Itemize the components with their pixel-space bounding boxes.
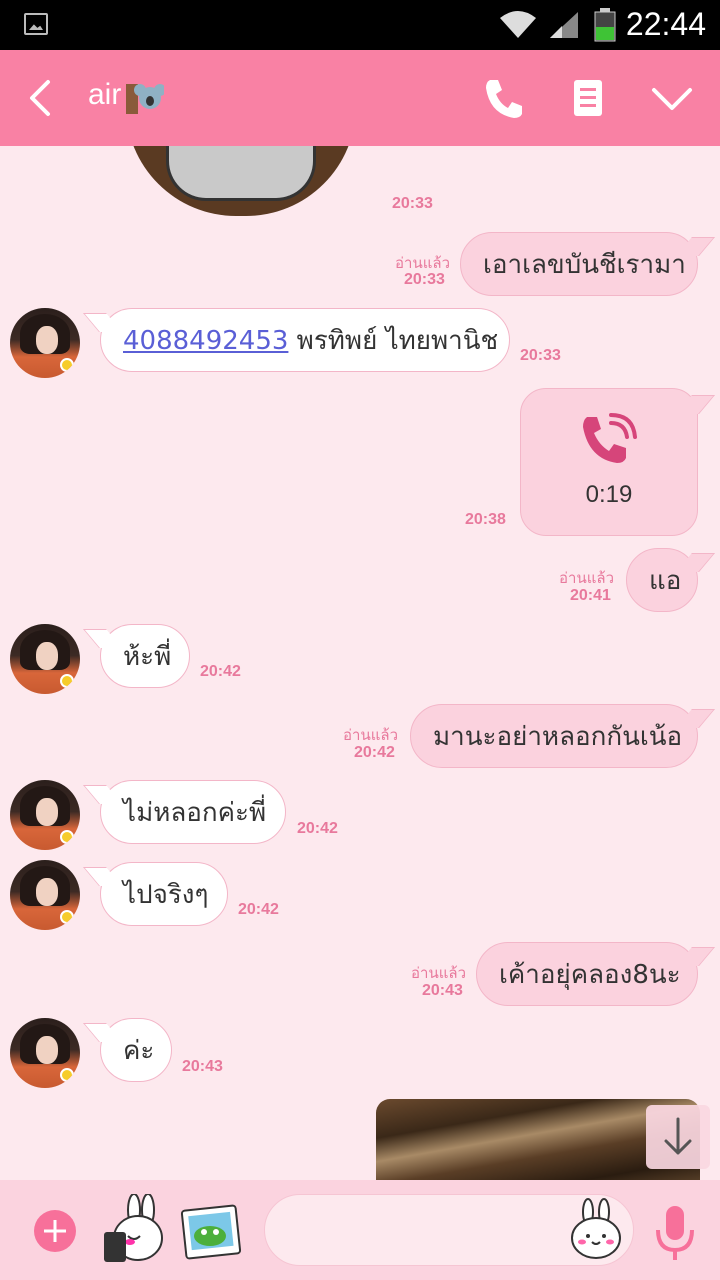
arrow-down-icon[interactable] — [646, 1105, 710, 1169]
signal-icon — [550, 12, 578, 38]
note-icon[interactable] — [564, 74, 612, 122]
message-bubble[interactable]: เค้าอยุ่คลอง8นะ — [476, 942, 698, 1006]
chevron-left-icon[interactable] — [24, 78, 58, 118]
plus-icon[interactable] — [34, 1210, 76, 1252]
sticker-message[interactable] — [126, 146, 356, 216]
photo-icon[interactable] — [180, 1204, 242, 1260]
message-bubble[interactable]: ห้ะพี่ — [100, 624, 190, 688]
mic-icon[interactable] — [654, 1204, 696, 1262]
message-bubble[interactable]: 4088492453 พรทิพย์ ไทยพานิช — [100, 308, 510, 372]
message-bubble[interactable]: ไม่หลอกค่ะพี่ — [100, 780, 286, 844]
emoji-icon[interactable] — [568, 1198, 624, 1260]
message-time: 20:42 — [238, 901, 279, 918]
message-time: 20:41 — [570, 587, 611, 604]
message-time: 20:42 — [297, 820, 338, 837]
call-message[interactable]: 0:19 — [520, 388, 698, 536]
message-time: 20:43 — [182, 1058, 223, 1075]
account-number-link[interactable]: 4088492453 — [123, 326, 288, 356]
status-time: 22:44 — [625, 6, 706, 42]
avatar[interactable] — [10, 308, 80, 378]
call-duration: 0:19 — [585, 481, 633, 508]
message-time: 20:42 — [354, 744, 395, 761]
message-time: 20:33 — [520, 347, 561, 364]
input-bar — [0, 1180, 720, 1280]
chat-header: air — [0, 50, 720, 146]
message-time: 20:33 — [392, 195, 433, 212]
message-bubble[interactable]: ไปจริงๆ — [100, 862, 228, 926]
gallery-notification-icon — [24, 13, 48, 35]
avatar[interactable] — [10, 624, 80, 694]
message-time: 20:43 — [422, 982, 463, 999]
message-bubble[interactable]: แอ — [626, 548, 698, 612]
phone-icon[interactable] — [480, 74, 528, 122]
message-time: 20:33 — [404, 271, 445, 288]
avatar[interactable] — [10, 780, 80, 850]
battery-icon — [594, 8, 616, 42]
message-time: 20:42 — [200, 663, 241, 680]
chat-title: air — [88, 78, 122, 111]
wifi-icon — [500, 11, 536, 38]
message-bubble[interactable]: ค่ะ — [100, 1018, 172, 1082]
chat-history[interactable]: 20:33 อ่านแล้ว 20:33 เอาเลขบันชีเรามา 40… — [0, 146, 720, 1180]
sticker-icon[interactable] — [100, 1194, 166, 1266]
message-bubble[interactable]: มานะอย่าหลอกกันเน้อ — [410, 704, 698, 768]
chevron-down-icon[interactable] — [648, 74, 696, 122]
message-bubble[interactable]: เอาเลขบันชีเรามา — [460, 232, 698, 296]
message-time: 20:38 — [465, 511, 506, 528]
avatar[interactable] — [10, 860, 80, 930]
avatar[interactable] — [10, 1018, 80, 1088]
status-bar: 22:44 — [0, 0, 720, 50]
message-text: พรทิพย์ ไทยพานิช — [288, 326, 499, 356]
phone-call-icon — [583, 413, 637, 463]
koala-emoji-icon — [126, 84, 164, 114]
